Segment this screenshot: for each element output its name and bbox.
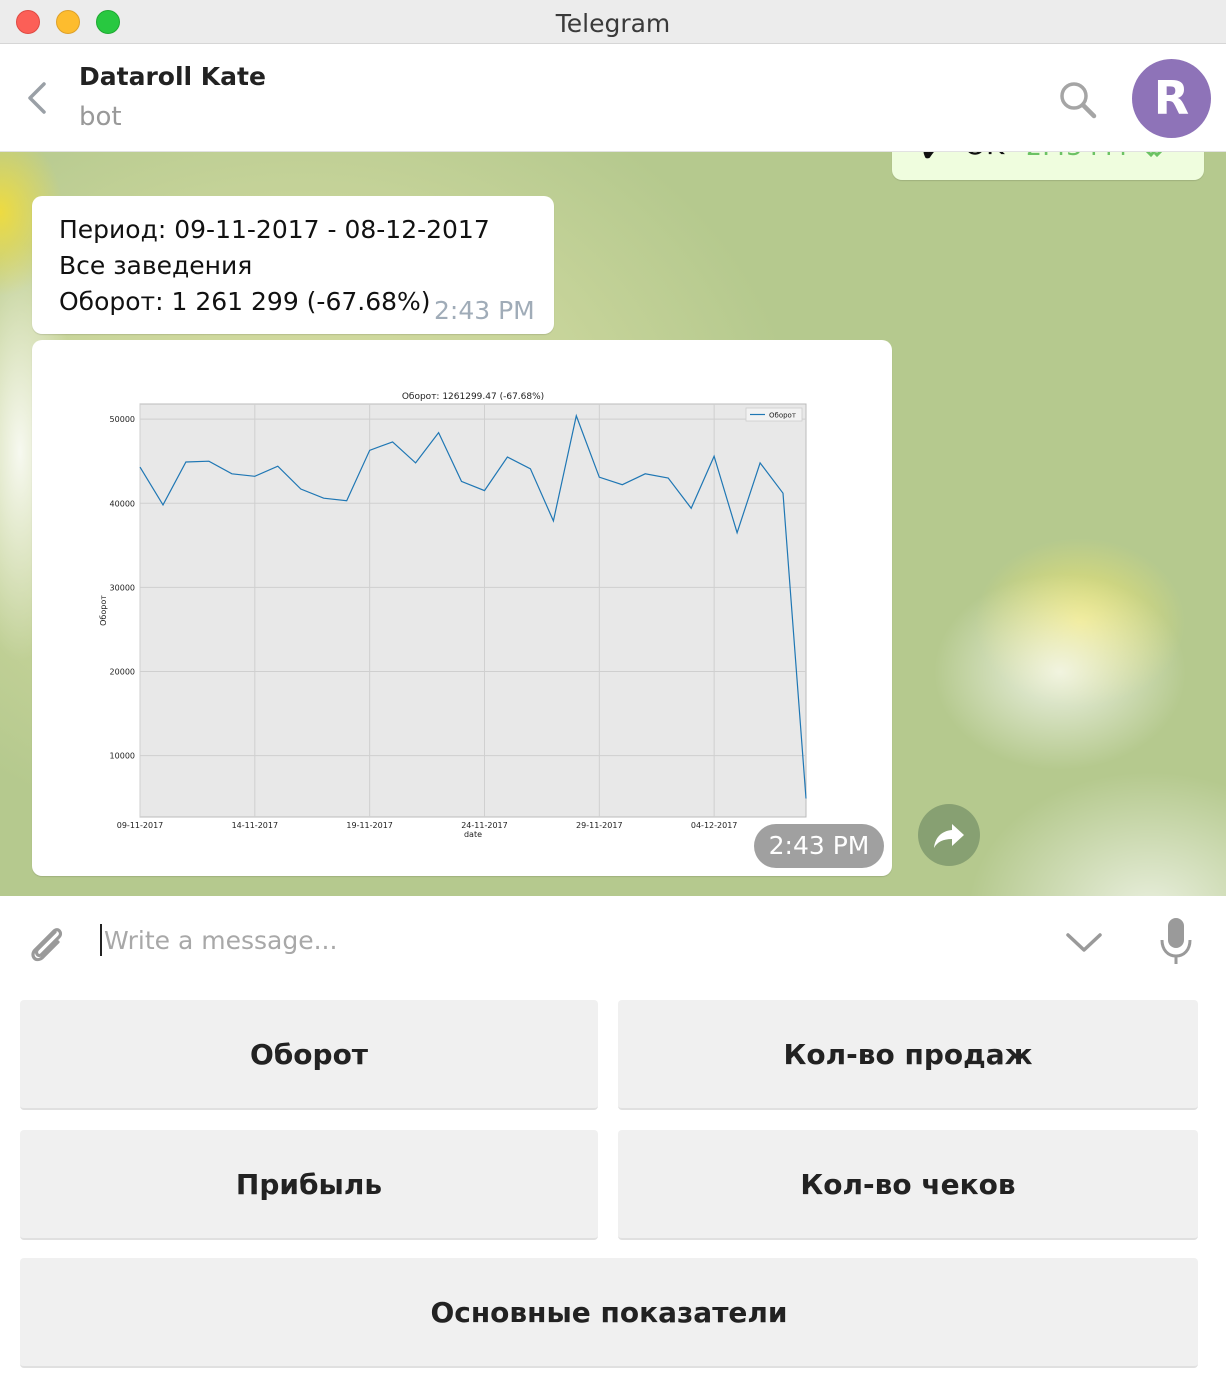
chat-history[interactable]: ✔ OK 2:43 PM Период: 09-11-2017 - 08-12-… [0,152,1226,896]
window-title: Telegram [555,9,671,38]
incoming-photo-message[interactable]: 10000 20000 30000 40000 50000 09-11-2017 14-11… [32,340,892,876]
search-icon [1060,82,1097,119]
chat-status: bot [79,102,122,132]
photo-time: 2:43 PM [754,824,884,868]
legend-label: Оборот [769,412,796,420]
attach-button[interactable] [22,918,70,966]
plot-area [139,403,807,818]
keyboard-button-key-metrics[interactable]: Основные показатели [20,1258,1198,1368]
outgoing-message-time: 2:43 PM [1026,152,1127,161]
message-composer [0,896,1226,988]
keyboard-button-sales-count[interactable]: Кол-во продаж [618,1000,1198,1110]
y-axis-label: Оборот [99,595,108,626]
back-button[interactable] [18,74,58,122]
chat-header: Dataroll Kate bot R [0,44,1226,152]
y-tick-label: 50000 [110,415,135,424]
message-period-line: Период: 09-11-2017 - 08-12-2017 [59,215,490,244]
back-icon [28,82,46,114]
y-tick-label: 30000 [110,583,135,592]
outgoing-message-text: OK [964,152,1004,161]
x-tick-label: 14-11-2017 [232,821,279,830]
keyboard-button-receipts-count[interactable]: Кол-во чеков [618,1130,1198,1240]
keyboard-button-turnover[interactable]: Оборот [20,1000,598,1110]
message-scope-line: Все заведения [59,251,253,280]
y-tick-label: 40000 [110,499,135,508]
y-tick-label: 10000 [110,752,135,761]
search-button[interactable] [1056,78,1100,122]
check-mark-emoji: ✔ [920,152,945,169]
keyboard-button-profit[interactable]: Прибыль [20,1130,598,1240]
message-turnover-line: Оборот: 1 261 299 (-67.68%) [59,287,431,316]
x-tick-label: 09-11-2017 [117,821,164,830]
chat-name[interactable]: Dataroll Kate [79,62,266,91]
incoming-text-message[interactable]: Период: 09-11-2017 - 08-12-2017 Все заве… [32,196,554,334]
chevron-down-icon [1066,933,1102,952]
paperclip-icon [31,928,63,962]
turnover-chart: 10000 20000 30000 40000 50000 09-11-2017 14-11… [99,392,807,839]
bot-keyboard-toggle[interactable] [1062,924,1106,960]
window-titlebar: Telegram [0,0,1226,44]
forward-button[interactable] [918,804,980,866]
outgoing-message[interactable]: ✔ OK 2:43 PM [892,152,1204,180]
microphone-icon [1160,918,1192,964]
voice-record-button[interactable] [1158,916,1194,968]
forward-icon [934,824,964,848]
x-tick-label: 29-11-2017 [576,821,623,830]
text-caret [100,924,102,956]
x-tick-label: 24-11-2017 [461,821,508,830]
avatar[interactable]: R [1132,59,1211,138]
message-time: 2:43 PM [434,296,535,325]
chart-title: Оборот: 1261299.47 (-67.68%) [402,392,544,402]
x-axis-label: date [464,830,482,839]
x-tick-label: 04-12-2017 [691,821,738,830]
message-input[interactable] [104,920,1044,960]
x-tick-label: 19-11-2017 [346,821,393,830]
y-tick-label: 20000 [110,667,135,676]
double-check-icon [1145,152,1163,158]
